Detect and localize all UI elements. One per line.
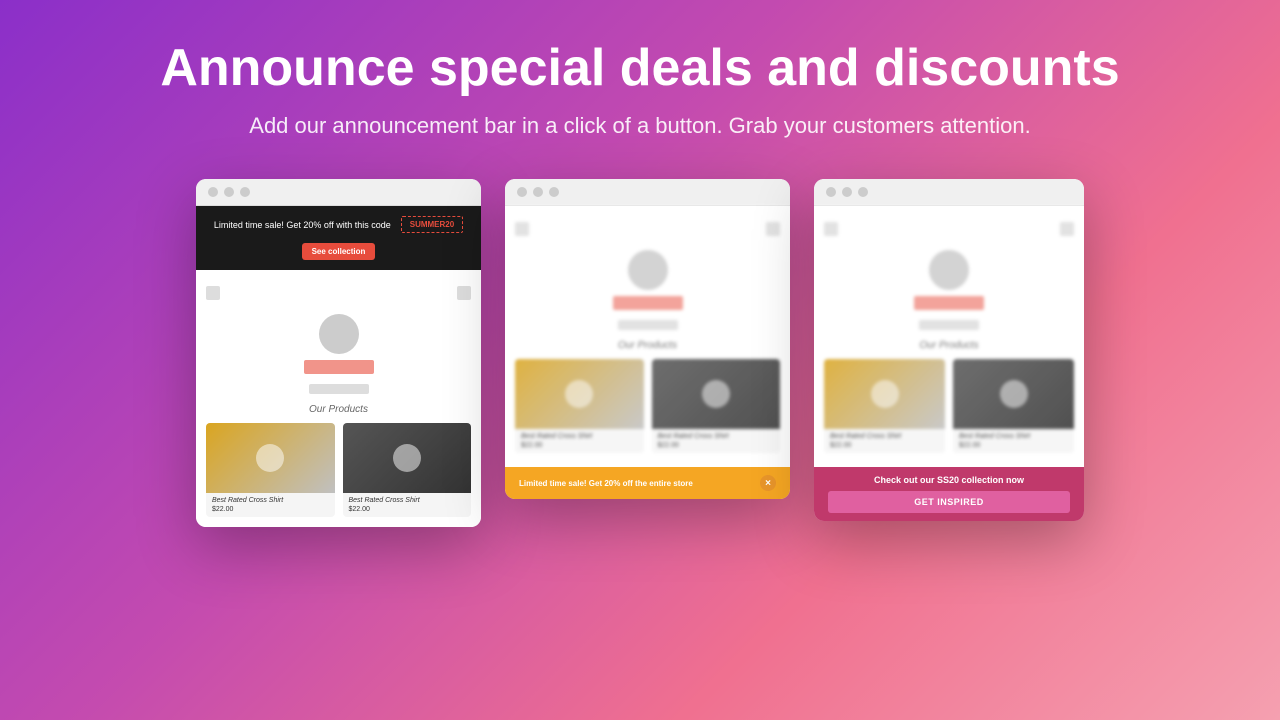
store-logo-area [206, 314, 471, 374]
product-circle-1 [256, 444, 284, 472]
product-image-r1 [824, 359, 945, 429]
product-circle-m2 [702, 380, 730, 408]
store-content-right: Our Products Best Rated Cross Shirt $22.… [814, 206, 1084, 463]
get-inspired-button[interactable]: GET INSPIRED [828, 491, 1070, 513]
nav-icon-m-right [766, 222, 780, 236]
browser-dot-m3 [549, 187, 559, 197]
product-info-r1: Best Rated Cross Shirt $22.00 [824, 429, 945, 453]
products-heading-left: Our Products [206, 404, 471, 415]
mockup-right: Our Products Best Rated Cross Shirt $22.… [814, 179, 1084, 521]
nav-icon-left [206, 286, 220, 300]
product-circle-r2 [1000, 380, 1028, 408]
announcement-text: Limited time sale! Get 20% off with this… [214, 220, 391, 230]
product-name-m1: Best Rated Cross Shirt [521, 433, 638, 440]
page-header: Announce special deals and discounts Add… [140, 0, 1139, 159]
product-info-r2: Best Rated Cross Shirt $22.00 [953, 429, 1074, 453]
browser-dot-2 [224, 187, 234, 197]
product-name-2: Best Rated Cross Shirt [349, 497, 466, 504]
browser-dot-m1 [517, 187, 527, 197]
mockup-left: Limited time sale! Get 20% off with this… [196, 179, 481, 527]
product-info-2: Best Rated Cross Shirt $22.00 [343, 493, 472, 517]
products-grid-middle: Best Rated Cross Shirt $22.00 Best Rated… [515, 359, 780, 453]
store-nav-middle [515, 216, 780, 242]
store-logo-text [304, 360, 374, 374]
nav-icon-m-left [515, 222, 529, 236]
store-logo-area-middle [515, 250, 780, 310]
products-grid-right: Best Rated Cross Shirt $22.00 Best Rated… [824, 359, 1074, 453]
product-price-r2: $22.00 [959, 442, 1068, 449]
product-info-1: Best Rated Cross Shirt $22.00 [206, 493, 335, 517]
product-image-2 [343, 423, 472, 493]
browser-titlebar-right [814, 179, 1084, 206]
product-circle-r1 [871, 380, 899, 408]
nav-icon-r-right [1060, 222, 1074, 236]
product-card-m1: Best Rated Cross Shirt $22.00 [515, 359, 644, 453]
product-image-r2 [953, 359, 1074, 429]
nav-icon-r-left [824, 222, 838, 236]
store-logo-circle-middle [628, 250, 668, 290]
store-logo-area-right [824, 250, 1074, 310]
store-menu-bar-middle [618, 320, 678, 330]
product-image-m1 [515, 359, 644, 429]
products-heading-right: Our Products [824, 340, 1074, 351]
product-image-m2 [652, 359, 781, 429]
product-price-2: $22.00 [349, 506, 466, 513]
store-logo-text-right [914, 296, 984, 310]
banner-close-button[interactable]: × [760, 475, 776, 491]
store-logo-circle [319, 314, 359, 354]
store-menu-bar [309, 384, 369, 394]
page-subtitle: Add our announcement bar in a click of a… [160, 113, 1119, 139]
page-title: Announce special deals and discounts [160, 40, 1119, 97]
browser-dot-r1 [826, 187, 836, 197]
browser-titlebar-left [196, 179, 481, 206]
product-price-r1: $22.00 [830, 442, 939, 449]
browser-dot-r2 [842, 187, 852, 197]
store-nav-left [206, 280, 471, 306]
product-price-1: $22.00 [212, 506, 329, 513]
product-card-2: Best Rated Cross Shirt $22.00 [343, 423, 472, 517]
product-name-m2: Best Rated Cross Shirt [658, 433, 775, 440]
product-card-r2: Best Rated Cross Shirt $22.00 [953, 359, 1074, 453]
product-price-m1: $22.00 [521, 442, 638, 449]
nav-icon-right [457, 286, 471, 300]
product-name-r1: Best Rated Cross Shirt [830, 433, 939, 440]
product-info-m1: Best Rated Cross Shirt $22.00 [515, 429, 644, 453]
product-image-1 [206, 423, 335, 493]
mockups-container: Limited time sale! Get 20% off with this… [156, 179, 1124, 527]
browser-dot-m2 [533, 187, 543, 197]
product-info-m2: Best Rated Cross Shirt $22.00 [652, 429, 781, 453]
top-announcement-bar: Limited time sale! Get 20% off with this… [196, 206, 481, 270]
mockup-middle: Our Products Best Rated Cross Shirt $22.… [505, 179, 790, 499]
store-menu-bar-right [919, 320, 979, 330]
product-name-1: Best Rated Cross Shirt [212, 497, 329, 504]
bottom-banner-orange: Limited time sale! Get 20% off the entir… [505, 467, 790, 499]
products-grid-left: Best Rated Cross Shirt $22.00 Best Rated… [206, 423, 471, 517]
product-price-m2: $22.00 [658, 442, 775, 449]
see-collection-button[interactable]: See collection [302, 243, 376, 260]
product-name-r2: Best Rated Cross Shirt [959, 433, 1068, 440]
browser-dot-r3 [858, 187, 868, 197]
browser-dot-3 [240, 187, 250, 197]
bottom-banner-pink: Check out our SS20 collection now GET IN… [814, 467, 1084, 521]
banner-pink-title: Check out our SS20 collection now [828, 475, 1070, 485]
coupon-code: SUMMER20 [401, 216, 463, 233]
store-logo-circle-right [929, 250, 969, 290]
product-card-r1: Best Rated Cross Shirt $22.00 [824, 359, 945, 453]
browser-titlebar-middle [505, 179, 790, 206]
product-card-1: Best Rated Cross Shirt $22.00 [206, 423, 335, 517]
product-circle-2 [393, 444, 421, 472]
product-circle-m1 [565, 380, 593, 408]
store-content-left: Our Products Best Rated Cross Shirt $22.… [196, 270, 481, 527]
store-logo-text-middle [613, 296, 683, 310]
product-card-m2: Best Rated Cross Shirt $22.00 [652, 359, 781, 453]
browser-dot-1 [208, 187, 218, 197]
products-heading-middle: Our Products [515, 340, 780, 351]
banner-orange-text: Limited time sale! Get 20% off the entir… [519, 479, 693, 488]
store-content-middle: Our Products Best Rated Cross Shirt $22.… [505, 206, 790, 463]
store-nav-right [824, 216, 1074, 242]
